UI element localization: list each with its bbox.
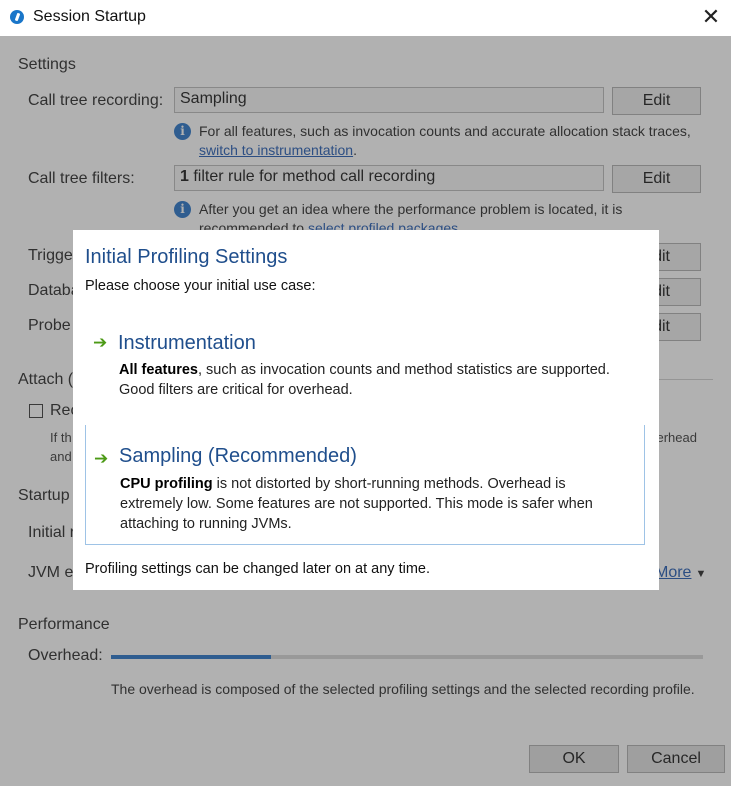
option-title: Instrumentation — [118, 332, 256, 354]
option-description: CPU profiling is not distorted by short-… — [120, 476, 593, 532]
initial-profiling-modal: Initial Profiling Settings Please choose… — [73, 230, 659, 590]
close-button[interactable]: ✕ — [700, 6, 722, 28]
modal-subtitle: Please choose your initial use case: — [85, 278, 316, 294]
window-title: Session Startup — [33, 8, 146, 25]
modal-title: Initial Profiling Settings — [85, 246, 288, 268]
modal-footer: Profiling settings can be changed later … — [85, 561, 430, 577]
arrow-right-icon: ➔ — [94, 449, 109, 468]
option-title: Sampling (Recommended) — [119, 445, 357, 467]
app-icon — [10, 10, 24, 24]
option-sampling[interactable]: ➔ Sampling (Recommended) CPU profiling i… — [85, 425, 645, 545]
option-instrumentation[interactable]: ➔ Instrumentation All features, such as … — [85, 328, 645, 408]
option-description: All features, such as invocation counts … — [119, 362, 610, 398]
arrow-right-icon: ➔ — [93, 333, 108, 352]
title-bar: Session Startup ✕ — [0, 0, 731, 36]
